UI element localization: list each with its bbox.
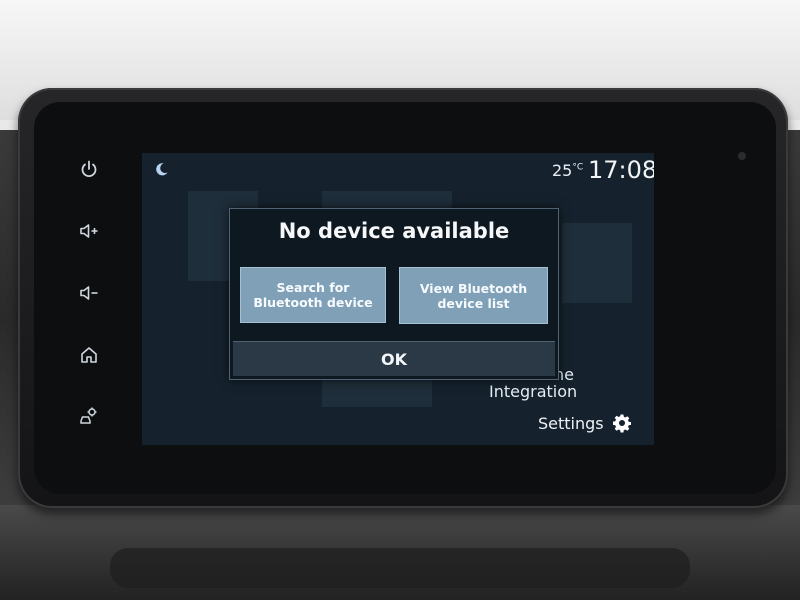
ambient-sensor [738,152,746,160]
night-mode-indicator [154,162,169,181]
settings-label: Settings [538,413,604,433]
volume-down-icon [80,286,98,300]
power-button[interactable] [72,152,106,186]
power-icon [81,160,97,178]
no-device-dialog: No device available Search for Bluetooth… [229,208,559,380]
temperature-readout: 25°C [552,161,583,180]
clock: 17:08 [588,156,654,184]
moon-icon [156,163,168,176]
temperature-value: 25 [552,161,573,180]
volume-up-button[interactable] [72,214,106,248]
home-icon [81,347,97,363]
home-button[interactable] [72,338,106,372]
view-bluetooth-list-button[interactable]: View Bluetooth device list [399,267,548,324]
search-bluetooth-button[interactable]: Search for Bluetooth device [240,267,386,323]
volume-up-icon [80,224,98,238]
ok-button[interactable]: OK [233,341,555,376]
background-tile [562,223,632,303]
touchscreen: 25°C 17:08 ne Integration Settings No de… [142,153,654,445]
settings-shortcut[interactable]: Settings [538,413,632,433]
smartphone-integration-tile[interactable]: Integration [489,382,577,401]
volume-down-button[interactable] [72,276,106,310]
dashboard-vent [110,548,690,588]
gear-icon [612,414,631,433]
dialog-title: No device available [278,219,510,243]
temperature-unit: °C [572,162,584,173]
car-settings-button[interactable] [72,398,106,432]
car-settings-icon [80,407,97,424]
